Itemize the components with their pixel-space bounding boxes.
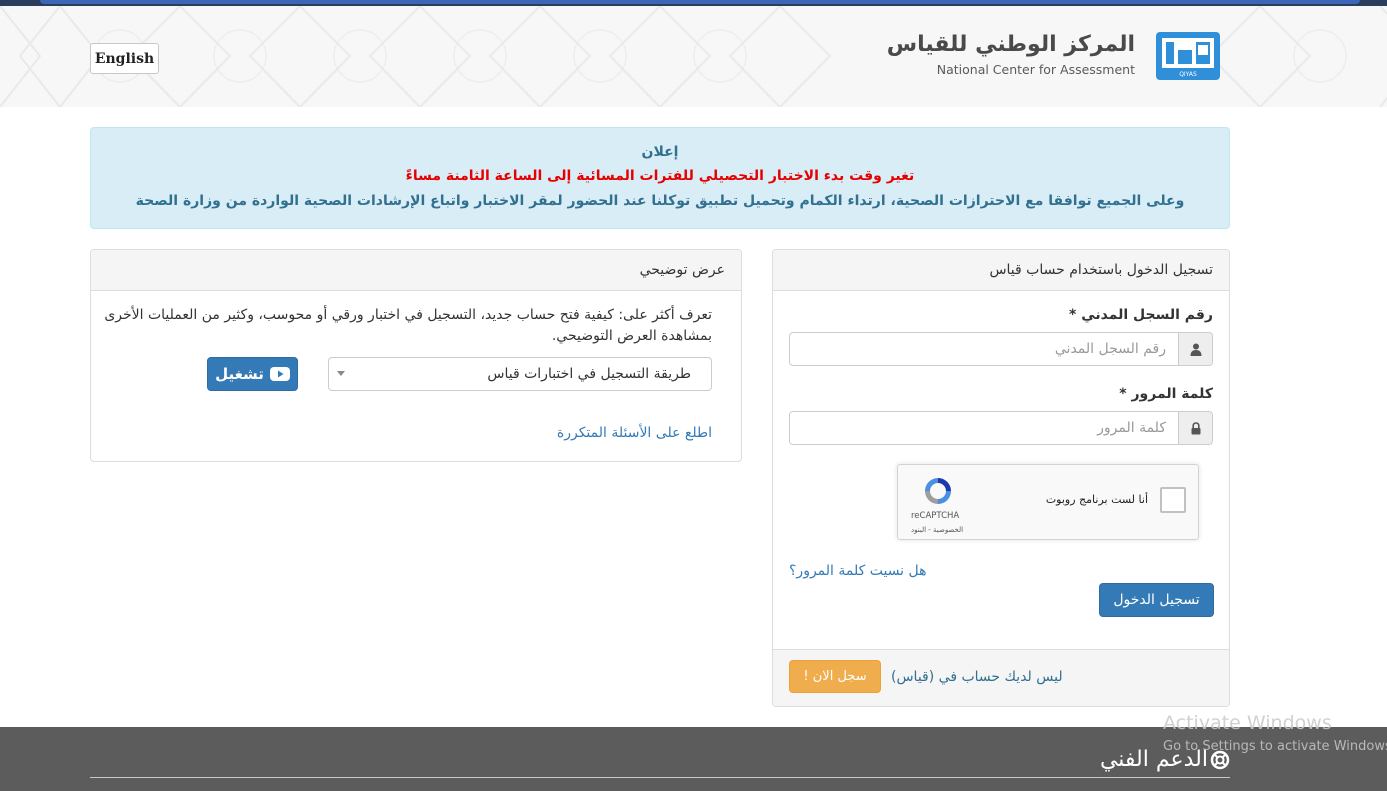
register-now-button[interactable]: سجل الان ! bbox=[789, 660, 881, 693]
lock-icon bbox=[1178, 412, 1212, 444]
site-footer: الدعم الفني bbox=[0, 727, 1387, 791]
demo-video-select[interactable]: طريقة التسجيل في اختبارات قياس bbox=[328, 357, 712, 391]
logo-title-english: National Center for Assessment bbox=[936, 62, 1135, 77]
recaptcha-checkbox-label: أنا لست برنامج روبوت bbox=[1045, 493, 1148, 506]
national-id-field bbox=[789, 332, 1213, 366]
password-field bbox=[789, 411, 1213, 445]
announcement-highlight: تغير وقت بدء الاختبار التحصيلي للفترات ا… bbox=[405, 168, 915, 184]
announcement-alert: إعلان تغير وقت بدء الاختبار التحصيلي للف… bbox=[90, 127, 1230, 229]
chevron-down-icon bbox=[337, 371, 345, 376]
faq-link[interactable]: اطلع على الأسئلة المتكررة bbox=[557, 425, 712, 441]
recaptcha-brand: reCAPTCHA bbox=[911, 511, 960, 521]
recaptcha-widget: أنا لست برنامج روبوت reCAPTCHA الخصوصية … bbox=[897, 464, 1199, 540]
recaptcha-privacy-terms-links[interactable]: الخصوصية - البنود bbox=[911, 526, 963, 534]
youtube-play-icon bbox=[269, 367, 290, 381]
user-icon bbox=[1178, 333, 1212, 365]
announcement-body: وعلى الجميع توافقا مع الاحترازات الصحية،… bbox=[135, 193, 1185, 209]
login-panel: تسجيل الدخول باستخدام حساب قياس رقم السج… bbox=[772, 249, 1230, 707]
logo-title-arabic: المركز الوطني للقياس bbox=[886, 32, 1135, 57]
svg-text:QIYAS: QIYAS bbox=[1179, 71, 1197, 78]
recaptcha-checkbox[interactable] bbox=[1160, 487, 1186, 513]
demo-panel: عرض توضيحي تعرف أكثر على: كيفية فتح حساب… bbox=[90, 249, 742, 462]
life-ring-icon bbox=[1210, 750, 1230, 769]
footer-divider bbox=[90, 777, 1230, 778]
national-id-input[interactable] bbox=[790, 333, 1178, 365]
support-title: الدعم الفني bbox=[1100, 747, 1230, 772]
announcement-heading: إعلان bbox=[641, 144, 679, 160]
site-logo-text: المركز الوطني للقياس National Center for… bbox=[886, 30, 1135, 78]
login-panel-footer: سجل الان ! ليس لديك حساب في (قياس) bbox=[773, 649, 1229, 706]
demo-description: تعرف أكثر على: كيفية فتح حساب جديد، التس… bbox=[104, 307, 712, 344]
password-input[interactable] bbox=[790, 412, 1178, 444]
support-title-text: الدعم الفني bbox=[1099, 747, 1208, 772]
qiyas-logo-icon: QIYAS bbox=[1156, 32, 1220, 80]
demo-panel-title: عرض توضيحي bbox=[91, 250, 741, 291]
forgot-password-link[interactable]: هل نسيت كلمة المرور؟ bbox=[789, 563, 927, 579]
no-account-text: ليس لديك حساب في (قياس) bbox=[891, 669, 1063, 685]
national-id-label: رقم السجل المدني * bbox=[1069, 307, 1213, 323]
demo-video-selected: طريقة التسجيل في اختبارات قياس bbox=[487, 366, 691, 382]
recaptcha-logo-icon bbox=[925, 478, 951, 504]
play-demo-button-label: تشغيل bbox=[215, 365, 264, 383]
password-label: كلمة المرور * bbox=[1119, 386, 1213, 402]
english-language-button[interactable]: English bbox=[90, 43, 159, 74]
site-header: English المركز الوطني للقياس National Ce… bbox=[0, 6, 1387, 107]
login-button[interactable]: تسجيل الدخول bbox=[1099, 583, 1214, 617]
play-demo-button[interactable]: تشغيل bbox=[207, 357, 298, 391]
login-panel-title: تسجيل الدخول باستخدام حساب قياس bbox=[773, 250, 1229, 291]
